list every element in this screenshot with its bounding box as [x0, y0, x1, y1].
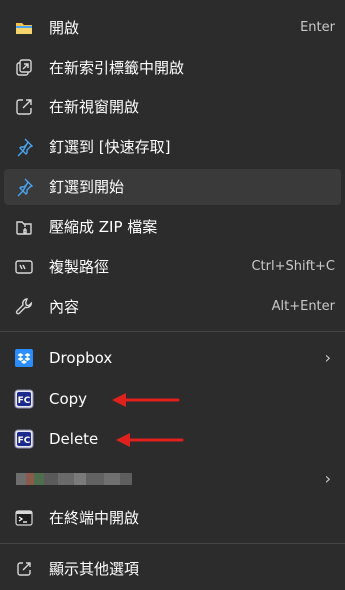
menu-item-open-in-terminal[interactable]: 在終端中開啟 — [4, 500, 341, 536]
menu-item-copy-path[interactable]: 複製路徑 Ctrl+Shift+C — [4, 249, 341, 285]
pin-icon — [14, 137, 34, 157]
pin-icon — [14, 177, 34, 197]
zip-icon — [14, 217, 34, 237]
blurred-app-icon — [16, 473, 136, 485]
shortcut-text: Alt+Enter — [271, 299, 335, 314]
wrench-icon — [14, 297, 34, 317]
menu-item-label: 在新視窗開啟 — [49, 98, 140, 116]
annotation-arrow-delete — [116, 433, 184, 447]
menu-item-pin-to-start[interactable]: 釘選到開始 — [4, 169, 341, 205]
menu-item-properties[interactable]: 內容 Alt+Enter — [4, 289, 341, 325]
menu-item-label: 內容 — [49, 298, 80, 316]
fc-badge-text: FC — [18, 396, 31, 406]
menu-item-dropbox[interactable]: Dropbox › — [4, 340, 341, 376]
menu-item-show-more-options[interactable]: 顯示其他選項 — [4, 551, 341, 587]
chevron-right-icon: › — [324, 469, 331, 488]
menu-separator — [0, 331, 345, 332]
menu-item-open-in-new-window[interactable]: 在新視窗開啟 — [4, 89, 341, 125]
folder-icon — [14, 18, 34, 38]
menu-item-blurred[interactable]: › — [4, 461, 341, 497]
menu-item-label: 壓縮成 ZIP 檔案 — [49, 218, 158, 236]
menu-item-open-in-new-tab[interactable]: 在新索引標籤中開啟 — [4, 50, 341, 86]
fc-badge-text: FC — [18, 436, 31, 446]
menu-item-label: Delete — [49, 430, 99, 448]
menu-item-open[interactable]: 開啟 Enter — [4, 10, 341, 46]
shortcut-text: Enter — [300, 20, 335, 35]
menu-item-label: Dropbox — [49, 349, 113, 367]
menu-item-label: 釘選到開始 — [49, 178, 125, 196]
open-in-new-window-icon — [14, 97, 34, 117]
copy-path-icon — [14, 257, 34, 277]
menu-item-label: 在新索引標籤中開啟 — [49, 59, 185, 77]
menu-item-label: 在終端中開啟 — [49, 509, 140, 527]
menu-item-label: 顯示其他選項 — [49, 560, 140, 578]
menu-item-label: Copy — [49, 390, 88, 408]
fastcopy-icon: FC — [14, 389, 34, 409]
shortcut-text: Ctrl+Shift+C — [251, 259, 335, 274]
menu-item-pin-quick-access[interactable]: 釘選到 [快速存取] — [4, 129, 341, 165]
menu-item-label: 開啟 — [49, 19, 80, 37]
context-menu: 開啟 Enter 在新索引標籤中開啟 在新視窗開啟 釘選到 [快速存取] 釘選到… — [0, 0, 345, 590]
fastcopy-icon: FC — [14, 429, 34, 449]
annotation-arrow-copy — [112, 393, 180, 407]
more-options-icon — [14, 559, 34, 579]
menu-item-label: 釘選到 [快速存取] — [49, 138, 171, 156]
menu-separator — [0, 543, 345, 544]
terminal-icon — [14, 508, 34, 528]
menu-item-compress-zip[interactable]: 壓縮成 ZIP 檔案 — [4, 209, 341, 245]
menu-item-label: 複製路徑 — [49, 258, 110, 276]
chevron-right-icon: › — [324, 348, 331, 367]
dropbox-icon — [14, 348, 34, 368]
open-in-new-tab-icon — [14, 58, 34, 78]
